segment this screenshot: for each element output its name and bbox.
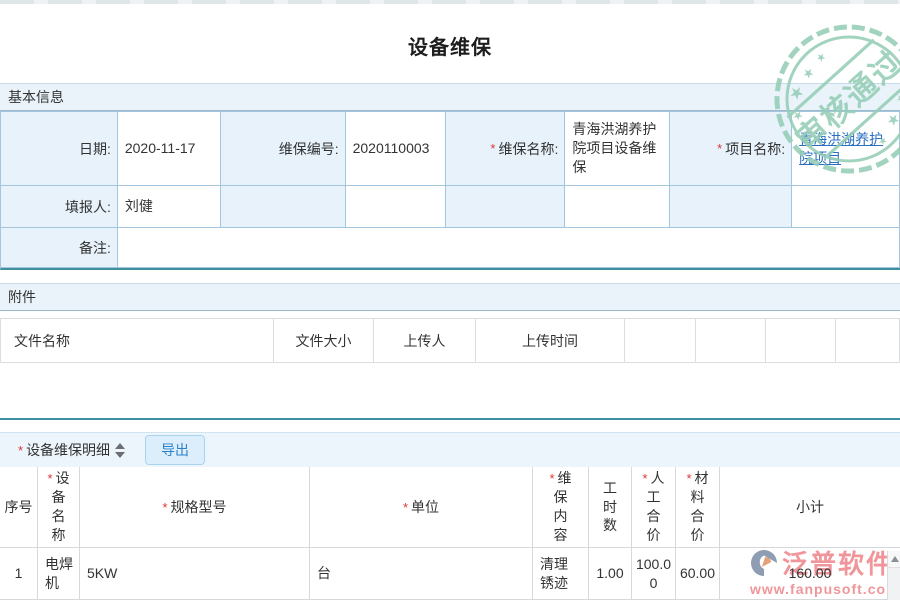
top-divider — [0, 0, 900, 4]
maintenance-no-label: 维保编号: — [221, 112, 346, 186]
cell-work-hours: 1.00 — [589, 548, 632, 599]
basic-info-table: 日期: 2020-11-17 维保编号: 2020110003 *维保名称: 青… — [0, 111, 900, 270]
collapse-toggle-icon[interactable] — [115, 443, 125, 458]
cell-device-name: 电焊 机 — [38, 548, 80, 599]
export-button[interactable]: 导出 — [145, 435, 205, 465]
section-divider — [0, 418, 900, 420]
remark-label: 备注: — [1, 228, 118, 268]
detail-table: 序号 *设 备 名 称 *规格型号 *单位 *维 保 内 容 工 时 数 *人 … — [0, 467, 900, 600]
required-asterisk: * — [18, 443, 23, 458]
remark-value — [118, 228, 900, 268]
section-header-attachments: 附件 — [0, 283, 900, 311]
section-header-basic-info: 基本信息 — [0, 83, 900, 111]
header-unit: *单位 — [310, 467, 533, 547]
empty-value-cell — [792, 186, 900, 228]
maintenance-no-value: 2020110003 — [346, 112, 446, 186]
header-device-name: *设 备 名 称 — [38, 467, 80, 547]
header-seq: 序号 — [0, 467, 38, 547]
empty-label-cell — [446, 186, 566, 228]
empty-label-cell — [221, 186, 346, 228]
maintenance-name-label: *维保名称: — [446, 112, 566, 186]
filler-label: 填报人: — [1, 186, 118, 228]
date-label: 日期: — [1, 112, 118, 186]
project-name-label: *项目名称: — [670, 112, 792, 186]
header-labor-total: *人 工 合 价 — [632, 467, 676, 547]
filler-value: 刘健 — [118, 186, 221, 228]
col-file-size: 文件大小 — [274, 319, 374, 362]
cell-unit: 台 — [310, 548, 533, 599]
cell-labor-total: 100.00 — [632, 548, 676, 599]
col-uploader: 上传人 — [374, 319, 476, 362]
cell-material-total: 60.00 — [676, 548, 720, 599]
cell-seq: 1 — [0, 548, 38, 599]
col-empty — [766, 319, 836, 362]
header-spec-model: *规格型号 — [80, 467, 310, 547]
project-name-value: 青海洪湖养护院项目 — [792, 112, 900, 186]
equipment-maintenance-page: 设备维保 基本信息 日期: 2020-11-17 维保编号: 202011000… — [0, 0, 900, 600]
detail-header-row: 序号 *设 备 名 称 *规格型号 *单位 *维 保 内 容 工 时 数 *人 … — [0, 467, 900, 548]
header-subtotal: 小计 — [720, 467, 900, 547]
basic-row-3: 备注: — [1, 228, 900, 268]
empty-value-cell — [346, 186, 446, 228]
required-asterisk: * — [490, 141, 495, 156]
maintenance-name-value: 青海洪湖养护院项目设备维保 — [565, 112, 670, 186]
detail-toolbar: * 设备维保明细 导出 — [0, 432, 900, 467]
col-empty — [625, 319, 696, 362]
cell-subtotal: 160.00 — [720, 548, 900, 599]
col-upload-time: 上传时间 — [476, 319, 625, 362]
basic-row-2: 填报人: 刘健 — [1, 186, 900, 228]
col-file-name: 文件名称 — [1, 319, 274, 362]
header-material-total: *材 料 合 价 — [676, 467, 720, 547]
svg-text:★: ★ — [799, 64, 818, 83]
header-maintenance-content: *维 保 内 容 — [533, 467, 589, 547]
basic-row-1: 日期: 2020-11-17 维保编号: 2020110003 *维保名称: 青… — [1, 112, 900, 186]
page-title: 设备维保 — [0, 31, 900, 60]
col-empty — [696, 319, 766, 362]
required-asterisk: * — [717, 141, 722, 156]
detail-table-scrollbar[interactable] — [887, 551, 900, 600]
col-empty — [836, 319, 900, 362]
detail-section-title: 设备维保明细 — [26, 440, 110, 460]
cell-maintenance-content: 清理 锈迹 — [533, 548, 589, 599]
header-work-hours: 工 时 数 — [589, 467, 632, 547]
date-value: 2020-11-17 — [118, 112, 221, 186]
cell-spec-model: 5KW — [80, 548, 310, 599]
scroll-up-button[interactable] — [888, 551, 900, 568]
detail-data-row: 1 电焊 机 5KW 台 清理 锈迹 1.00 100.00 60.00 160… — [0, 548, 900, 600]
empty-value-cell — [565, 186, 670, 228]
project-link[interactable]: 青海洪湖养护院项目 — [799, 130, 895, 168]
attachments-header-row: 文件名称 文件大小 上传人 上传时间 — [0, 318, 900, 363]
empty-label-cell — [670, 186, 792, 228]
